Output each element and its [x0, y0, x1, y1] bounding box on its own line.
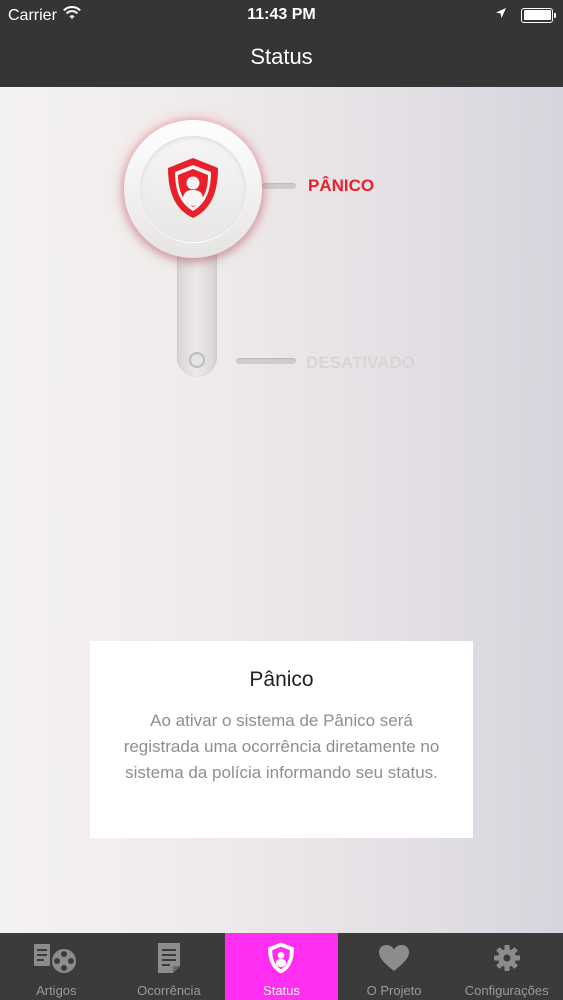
- heart-icon: [338, 941, 451, 975]
- tab-label: Artigos: [36, 983, 77, 998]
- shield-person-icon: [225, 941, 338, 975]
- document-icon: [113, 941, 226, 975]
- info-description: Ao ativar o sistema de Pânico será regis…: [123, 711, 440, 782]
- off-label[interactable]: DESATIVADO: [306, 353, 415, 373]
- tab-ocorrencia[interactable]: Ocorrência: [113, 933, 226, 1000]
- status-content: PÂNICO DESATIVADO Pânico Ao ativar o sis…: [0, 87, 563, 933]
- articles-film-icon: [0, 941, 113, 975]
- panic-switch-knob[interactable]: [124, 120, 262, 258]
- status-bar: Carrier 11:43 PM: [0, 0, 563, 30]
- tab-label: Status: [263, 983, 300, 998]
- tab-o-projeto[interactable]: O Projeto: [338, 933, 451, 1000]
- shield-person-icon: [168, 158, 218, 218]
- switch-off-position-dot[interactable]: [189, 352, 205, 368]
- tab-label: Ocorrência: [137, 983, 201, 998]
- battery-icon: [521, 7, 556, 23]
- info-title: Pânico: [249, 668, 314, 691]
- off-indicator-line: [236, 358, 296, 364]
- status-time: 11:43 PM: [247, 6, 316, 23]
- panic-label[interactable]: PÂNICO: [308, 176, 374, 196]
- info-card: Pânico Ao ativar o sistema de Pânico ser…: [90, 641, 473, 838]
- app-header: Carrier 11:43 PM Status: [0, 0, 563, 87]
- tab-configuracoes[interactable]: Configurações: [450, 933, 563, 1000]
- page-title: Status: [250, 44, 313, 69]
- tab-label: O Projeto: [366, 983, 422, 998]
- tab-label: Configurações: [464, 983, 549, 998]
- location-arrow-icon: [495, 6, 507, 24]
- tab-status[interactable]: Status: [225, 933, 338, 1000]
- tab-artigos[interactable]: Artigos: [0, 933, 113, 1000]
- knob-face: [140, 136, 246, 242]
- gear-icon: [450, 941, 563, 975]
- tab-bar: Artigos Ocorrência Status O Projeto Conf…: [0, 933, 563, 1000]
- status-indicators: [495, 6, 556, 24]
